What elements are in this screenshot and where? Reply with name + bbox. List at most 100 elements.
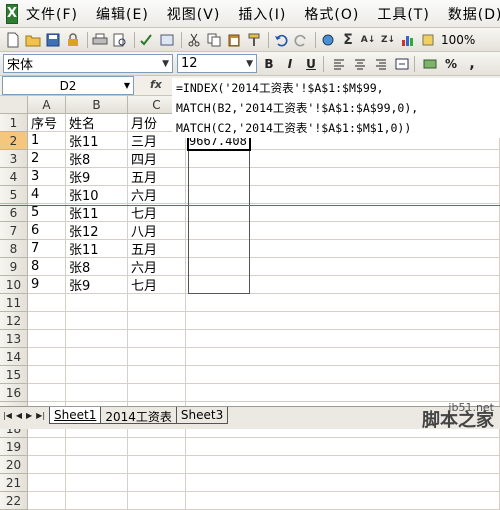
- save-icon[interactable]: [44, 31, 62, 49]
- table-cell[interactable]: [28, 456, 66, 474]
- row-header[interactable]: 15: [0, 366, 28, 384]
- paste-icon[interactable]: [225, 31, 243, 49]
- table-cell[interactable]: 张8: [66, 258, 128, 276]
- cut-icon[interactable]: [185, 31, 203, 49]
- table-cell[interactable]: 六月: [128, 186, 186, 204]
- table-cell[interactable]: 张11: [66, 204, 128, 222]
- table-cell[interactable]: [28, 312, 66, 330]
- percent-button[interactable]: %: [442, 55, 460, 73]
- table-cell[interactable]: [66, 330, 128, 348]
- spreadsheet-grid[interactable]: A B C 1 序号 姓名 月份 2 1 张11 三月 9667.408 3 2 张8 四月 4 3 张9 五月 5 4 张…: [0, 96, 500, 510]
- zoom-level[interactable]: 100%: [441, 33, 475, 47]
- table-cell[interactable]: [128, 348, 186, 366]
- table-cell[interactable]: 5: [28, 204, 66, 222]
- menu-format[interactable]: 格式(O): [304, 4, 359, 24]
- table-cell[interactable]: [186, 240, 500, 258]
- table-cell[interactable]: [28, 348, 66, 366]
- redo-icon[interactable]: [292, 31, 310, 49]
- comma-style-icon[interactable]: ,: [463, 55, 481, 73]
- copy-icon[interactable]: [205, 31, 223, 49]
- align-center-icon[interactable]: [351, 55, 369, 73]
- row-header[interactable]: 20: [0, 456, 28, 474]
- table-cell[interactable]: [66, 366, 128, 384]
- table-cell[interactable]: [186, 492, 500, 510]
- table-cell[interactable]: 姓名: [66, 114, 128, 132]
- table-cell[interactable]: [28, 294, 66, 312]
- font-size-select[interactable]: 12 ▼: [177, 54, 257, 73]
- table-cell[interactable]: [186, 222, 500, 240]
- excel-app-icon[interactable]: X: [6, 3, 19, 24]
- tab-2014-salary[interactable]: 2014工资表: [101, 407, 177, 424]
- column-header[interactable]: A: [28, 96, 66, 114]
- hyperlink-icon[interactable]: [319, 31, 337, 49]
- table-cell[interactable]: [186, 186, 500, 204]
- table-cell[interactable]: [128, 474, 186, 492]
- research-icon[interactable]: [158, 31, 176, 49]
- table-cell[interactable]: [186, 366, 500, 384]
- table-cell[interactable]: [186, 474, 500, 492]
- row-header[interactable]: 22: [0, 492, 28, 510]
- undo-icon[interactable]: [272, 31, 290, 49]
- select-all-corner[interactable]: [0, 96, 28, 114]
- insert-function-icon[interactable]: fx: [150, 78, 162, 91]
- table-cell[interactable]: [186, 258, 500, 276]
- merge-center-icon[interactable]: [393, 55, 411, 73]
- table-cell[interactable]: 五月: [128, 168, 186, 186]
- table-cell[interactable]: 七月: [128, 204, 186, 222]
- format-painter-icon[interactable]: [245, 31, 263, 49]
- table-cell[interactable]: [186, 384, 500, 402]
- table-cell[interactable]: [128, 438, 186, 456]
- table-cell[interactable]: 6: [28, 222, 66, 240]
- table-cell[interactable]: 张11: [66, 240, 128, 258]
- tab-sheet3[interactable]: Sheet3: [176, 407, 229, 424]
- table-cell[interactable]: 3: [28, 168, 66, 186]
- sort-ascending-icon[interactable]: A↓: [359, 31, 377, 49]
- menu-tools[interactable]: 工具(T): [377, 4, 429, 24]
- table-cell[interactable]: [66, 456, 128, 474]
- table-cell[interactable]: 2: [28, 150, 66, 168]
- table-cell[interactable]: 9: [28, 276, 66, 294]
- table-cell[interactable]: 八月: [128, 222, 186, 240]
- table-cell[interactable]: [186, 312, 500, 330]
- row-header[interactable]: 12: [0, 312, 28, 330]
- menu-data[interactable]: 数据(D): [448, 4, 500, 24]
- next-sheet-icon[interactable]: ▶: [26, 411, 32, 420]
- menu-file[interactable]: 文件(F): [26, 4, 78, 24]
- table-cell[interactable]: [28, 330, 66, 348]
- formula-input[interactable]: =INDEX('2014工资表'!$A$1:$M$99, MATCH(B2,'2…: [172, 78, 500, 138]
- table-cell[interactable]: 四月: [128, 150, 186, 168]
- row-header[interactable]: 21: [0, 474, 28, 492]
- new-file-icon[interactable]: [4, 31, 22, 49]
- row-header[interactable]: 7: [0, 222, 28, 240]
- row-header[interactable]: 9: [0, 258, 28, 276]
- table-cell[interactable]: [186, 294, 500, 312]
- table-cell[interactable]: 4: [28, 186, 66, 204]
- row-header[interactable]: 3: [0, 150, 28, 168]
- table-cell[interactable]: [128, 384, 186, 402]
- table-cell[interactable]: [66, 474, 128, 492]
- italic-button[interactable]: I: [281, 55, 299, 73]
- table-cell[interactable]: [66, 348, 128, 366]
- align-left-icon[interactable]: [330, 55, 348, 73]
- underline-button[interactable]: U: [302, 55, 320, 73]
- open-folder-icon[interactable]: [24, 31, 42, 49]
- table-cell[interactable]: [66, 312, 128, 330]
- row-header[interactable]: 8: [0, 240, 28, 258]
- row-header[interactable]: 19: [0, 438, 28, 456]
- table-cell[interactable]: [186, 330, 500, 348]
- row-header[interactable]: 6: [0, 204, 28, 222]
- table-cell[interactable]: 8: [28, 258, 66, 276]
- table-cell[interactable]: [28, 492, 66, 510]
- table-cell[interactable]: 七月: [128, 276, 186, 294]
- row-header[interactable]: 11: [0, 294, 28, 312]
- table-cell[interactable]: [128, 312, 186, 330]
- table-cell[interactable]: [186, 456, 500, 474]
- table-cell[interactable]: [128, 366, 186, 384]
- tab-sheet1[interactable]: Sheet1: [49, 407, 102, 424]
- drawing-icon[interactable]: [419, 31, 437, 49]
- table-cell[interactable]: [66, 492, 128, 510]
- name-box[interactable]: D2 ▼: [2, 76, 134, 95]
- table-cell[interactable]: 张8: [66, 150, 128, 168]
- table-cell[interactable]: [28, 438, 66, 456]
- table-cell[interactable]: 张10: [66, 186, 128, 204]
